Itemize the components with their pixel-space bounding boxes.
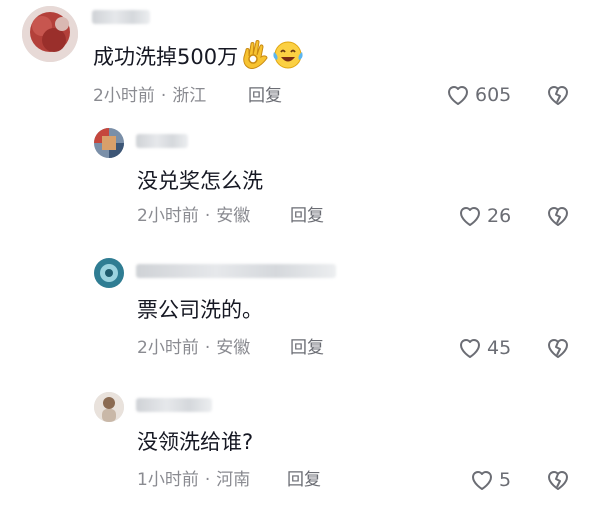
comment-location: 安徽 — [216, 338, 251, 358]
comment-meta: 1小时前 · 河南 — [137, 468, 250, 492]
comment-time: 2小时前 — [137, 338, 199, 358]
reply-button[interactable]: 回复 — [290, 336, 324, 360]
reply-item: 没兑奖怎么洗 2小时前 · 安徽 回复 26 — [0, 120, 600, 250]
dislike-button[interactable] — [545, 335, 571, 365]
comment-section: 成功洗掉500万 2小时前 · 浙江 回复 605 没兑奖怎么洗 2小时前 · … — [0, 0, 600, 521]
reply-button[interactable]: 回复 — [248, 84, 282, 108]
comment-location: 河南 — [216, 470, 251, 490]
avatar-image — [22, 6, 78, 62]
avatar[interactable] — [94, 128, 124, 158]
like-button[interactable]: 45 — [457, 335, 511, 361]
comment-text-label: 成功洗掉500万 — [93, 45, 239, 69]
like-count: 45 — [487, 337, 512, 359]
heart-icon — [472, 471, 492, 490]
like-button[interactable]: 26 — [457, 203, 511, 229]
dislike-button[interactable] — [545, 467, 571, 497]
comment-location: 浙江 — [172, 86, 207, 106]
comment-text: 没领洗给谁? — [137, 430, 254, 454]
like-count: 5 — [499, 469, 512, 491]
avatar[interactable] — [94, 258, 124, 288]
avatar[interactable] — [94, 392, 124, 422]
comment-meta: 2小时前 · 安徽 — [137, 204, 250, 228]
reply-item: 票公司洗的。 2小时前 · 安徽 回复 45 — [0, 250, 600, 382]
broken-heart-icon — [548, 86, 568, 105]
avatar-image — [94, 128, 124, 158]
meta-separator: · — [204, 206, 211, 226]
reply-button[interactable]: 回复 — [287, 468, 321, 492]
heart-icon — [460, 339, 480, 358]
username-blurred[interactable] — [92, 10, 150, 24]
like-button[interactable]: 5 — [469, 467, 511, 493]
broken-heart-icon — [548, 471, 568, 490]
meta-separator: · — [160, 86, 167, 106]
comment-text: 成功洗掉500万 — [93, 40, 304, 77]
comment-meta: 2小时前 · 浙江 — [93, 84, 206, 108]
heart-icon — [448, 86, 468, 105]
comment-time: 2小时前 — [137, 206, 199, 226]
like-count: 26 — [487, 205, 512, 227]
username-blurred[interactable] — [136, 134, 188, 148]
broken-heart-icon — [548, 339, 568, 358]
comment-text: 票公司洗的。 — [137, 298, 263, 322]
avatar-image — [94, 392, 124, 422]
comment-time: 2小时前 — [93, 86, 155, 106]
dislike-button[interactable] — [545, 203, 571, 233]
ok-hand-emoji — [240, 40, 270, 77]
comment-item: 成功洗掉500万 2小时前 · 浙江 回复 605 — [0, 0, 600, 120]
heart-icon — [460, 207, 480, 226]
meta-separator: · — [204, 470, 211, 490]
comment-time: 1小时前 — [137, 470, 199, 490]
comment-meta: 2小时前 · 安徽 — [137, 336, 250, 360]
comment-text: 没兑奖怎么洗 — [137, 169, 263, 193]
broken-heart-icon — [548, 207, 568, 226]
like-button[interactable]: 605 — [445, 82, 511, 108]
avatar-image — [94, 258, 124, 288]
dislike-button[interactable] — [545, 82, 571, 112]
username-blurred[interactable] — [136, 264, 336, 278]
reply-button[interactable]: 回复 — [290, 204, 324, 228]
reply-item: 没领洗给谁? 1小时前 · 河南 回复 5 — [0, 382, 600, 521]
meta-separator: · — [204, 338, 211, 358]
username-blurred[interactable] — [136, 398, 212, 412]
avatar[interactable] — [22, 6, 78, 62]
comment-location: 安徽 — [216, 206, 251, 226]
tears-of-joy-emoji — [272, 40, 304, 77]
like-count: 605 — [475, 84, 512, 106]
